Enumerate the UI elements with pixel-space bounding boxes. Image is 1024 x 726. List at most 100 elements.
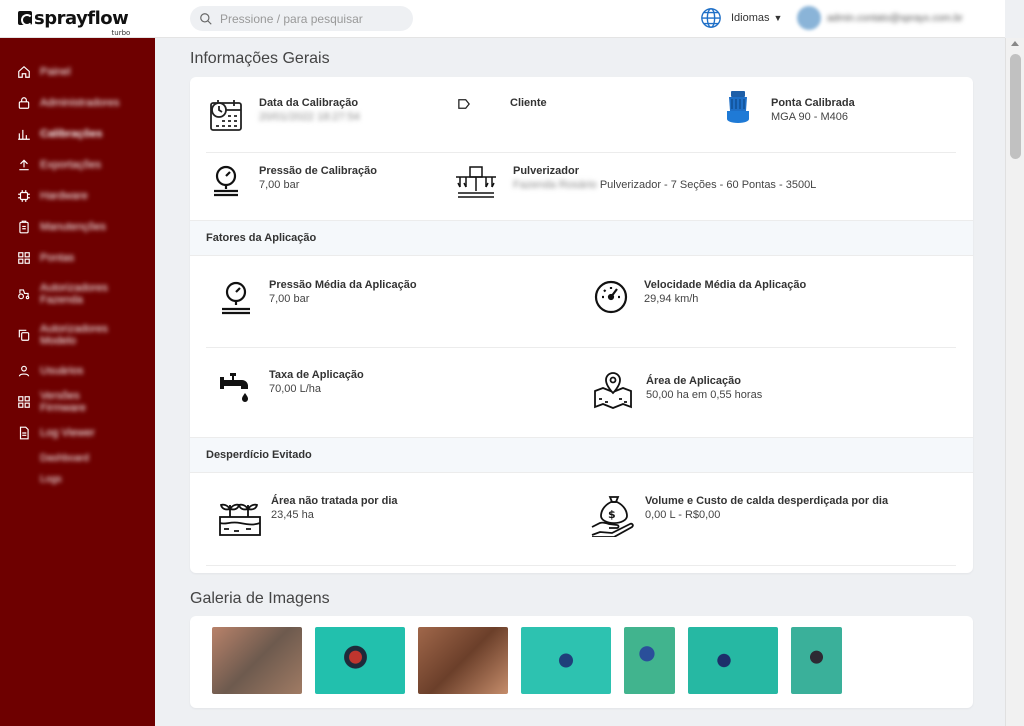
sidebar-item-versoes-firmware[interactable]: Versões Firmware <box>0 386 155 417</box>
divider <box>206 565 956 566</box>
gallery-image-5[interactable] <box>624 627 675 694</box>
client-label: Cliente <box>510 97 547 109</box>
scroll-up-arrow[interactable] <box>1011 41 1019 46</box>
field-untreated-area: Área não tratada por dia 23,45 ha <box>218 493 398 537</box>
application-rate-value: 70,00 L/ha <box>269 383 321 395</box>
field-application-rate: Taxa de Aplicação 70,00 L/ha <box>218 369 364 405</box>
tag-icon <box>458 97 470 111</box>
globe-icon <box>701 8 721 28</box>
nozzle-value: MGA 90 - M406 <box>771 111 849 123</box>
sidebar-item-calibracoes[interactable]: Calibrações <box>0 118 155 149</box>
language-label: Idiomas <box>731 12 770 24</box>
gallery-image-6[interactable] <box>688 627 778 694</box>
sprayer-farm-name: Fazenda Rosário <box>513 179 597 191</box>
waste-heading: Desperdício Evitado <box>190 437 973 473</box>
tractor-icon <box>17 287 31 301</box>
wasted-volume-cost-label: Volume e Custo de calda desperdiçada por… <box>645 495 889 507</box>
wasted-volume-cost-value: 0,00 L - R$0,00 <box>645 509 721 521</box>
gallery-image-4[interactable] <box>521 627 611 694</box>
copy-icon <box>17 328 31 342</box>
gallery-section-title: Galeria de Imagens <box>190 590 330 607</box>
application-rate-label: Taxa de Aplicação <box>269 369 364 381</box>
avg-pressure-value: 7,00 bar <box>269 293 310 305</box>
sidebar-item-manutencoes[interactable]: Manutenções <box>0 211 155 242</box>
pressure-gauge-icon <box>208 163 244 199</box>
info-section-title: Informações Gerais <box>190 50 330 67</box>
page-scrollbar[interactable] <box>1005 38 1024 726</box>
pressure-gauge-icon <box>218 279 254 315</box>
language-selector[interactable]: Idiomas ▼ <box>700 7 782 29</box>
scroll-thumb[interactable] <box>1010 54 1021 159</box>
sidebar-item-log-viewer[interactable]: Log Viewer <box>0 417 155 448</box>
factors-heading: Fatores da Aplicação <box>190 220 973 256</box>
gallery-image-1[interactable] <box>212 627 302 694</box>
sidebar-item-painel[interactable]: Painel <box>0 56 155 87</box>
logo-icon <box>18 11 33 26</box>
avatar <box>797 6 821 30</box>
money-bag-hand-icon: $ <box>590 493 634 537</box>
sidebar: Painel Administradores Calibrações Expor… <box>0 38 155 726</box>
sidebar-item-autorizadores-fazenda[interactable]: Autorizadores Fazenda <box>0 273 155 314</box>
lock-icon <box>17 96 31 110</box>
application-area-label: Área de Aplicação <box>646 375 741 387</box>
brand-sub: turbo <box>111 29 131 37</box>
sidebar-item-administradores[interactable]: Administradores <box>0 87 155 118</box>
sprayer-label: Pulverizador <box>513 165 580 177</box>
sidebar-subitem-dashboard[interactable]: Dashboard <box>0 448 155 469</box>
user-icon <box>17 364 31 378</box>
avg-speed-label: Velocidade Média da Aplicação <box>644 279 807 291</box>
field-avg-speed: Velocidade Média da Aplicação 29,94 km/h <box>593 279 806 315</box>
field-avg-pressure: Pressão Média da Aplicação 7,00 bar <box>218 279 417 315</box>
grid-icon <box>17 395 31 409</box>
calendar-clock-icon <box>208 97 244 133</box>
map-pin-icon <box>593 369 633 409</box>
untreated-area-label: Área não tratada por dia <box>271 495 398 507</box>
sidebar-item-pontas[interactable]: Pontas <box>0 242 155 273</box>
avg-speed-value: 29,94 km/h <box>644 293 699 305</box>
svg-text:$: $ <box>608 508 616 521</box>
top-header: Idiomas ▼ admin.contato@sprayx.com.br <box>155 0 1005 38</box>
gallery-image-7[interactable] <box>791 627 842 694</box>
gallery-image-3[interactable] <box>418 627 508 694</box>
chevron-down-icon: ▼ <box>773 13 783 23</box>
field-calibration-pressure: Pressão de Calibração 7,00 bar <box>208 163 377 199</box>
divider <box>206 152 956 153</box>
sidebar-item-exportacoes[interactable]: Exportações <box>0 149 155 180</box>
calibration-pressure-label: Pressão de Calibração <box>259 165 378 177</box>
search-box[interactable] <box>190 6 413 31</box>
info-card: Data da Calibração 20/01/2022 18:27:54 C… <box>190 77 973 573</box>
user-menu[interactable]: admin.contato@sprayx.com.br <box>797 6 963 30</box>
untreated-area-value: 23,45 ha <box>271 509 314 521</box>
image-gallery <box>212 627 842 694</box>
calibration-pressure-value: 7,00 bar <box>259 179 300 191</box>
field-client: Cliente <box>458 97 547 111</box>
search-input[interactable] <box>220 11 400 26</box>
avg-pressure-label: Pressão Média da Aplicação <box>269 279 417 291</box>
chip-icon <box>17 189 31 203</box>
field-sprayer: Pulverizador Fazenda Rosário Pulverizado… <box>454 163 816 203</box>
calibration-date-value: 20/01/2022 18:27:54 <box>259 111 360 123</box>
faucet-icon <box>218 369 254 405</box>
bar-chart-icon <box>17 127 31 141</box>
brand-logo: sprayflow turbo <box>18 8 130 37</box>
application-area-value: 50,00 ha em 0,55 horas <box>646 389 763 401</box>
calibration-date-label: Data da Calibração <box>259 97 359 109</box>
sprayer-value: Pulverizador - 7 Seções - 60 Pontas - 35… <box>599 179 817 191</box>
sidebar-subitem-logs[interactable]: Logs <box>0 469 155 490</box>
sprayer-icon <box>454 163 498 203</box>
sidebar-item-usuarios[interactable]: Usuários <box>0 355 155 386</box>
seedling-icon <box>218 493 262 537</box>
field-nozzle: Ponta Calibrada MGA 90 - M406 <box>720 89 855 125</box>
grid-icon <box>17 251 31 265</box>
gallery-image-2[interactable] <box>315 627 405 694</box>
divider <box>206 347 956 348</box>
field-calibration-date: Data da Calibração 20/01/2022 18:27:54 <box>208 97 360 133</box>
logo[interactable]: sprayflow turbo <box>0 0 155 38</box>
sidebar-item-hardware[interactable]: Hardware <box>0 180 155 211</box>
nozzle-icon <box>720 89 756 125</box>
field-wasted-volume-cost: $ Volume e Custo de calda desperdiçada p… <box>590 493 888 537</box>
sidebar-item-autorizadores-modelo[interactable]: Autorizadores Modelo <box>0 314 155 355</box>
home-icon <box>17 65 31 79</box>
nozzle-label: Ponta Calibrada <box>771 97 855 109</box>
upload-icon <box>17 158 31 172</box>
